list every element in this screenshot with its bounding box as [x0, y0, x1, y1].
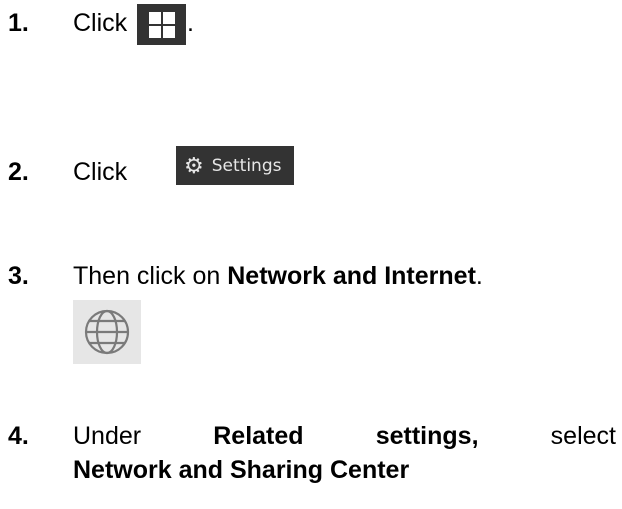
windows-start-icon: [148, 11, 175, 38]
step-1-prefix: Click: [73, 9, 128, 37]
step-4-word-select: select: [550, 422, 616, 450]
step-3-suffix: .: [475, 262, 483, 290]
step-3-text: Then click on Network and Internet.: [73, 262, 483, 291]
globe-icon: [84, 309, 130, 355]
step-4-word-under: Under: [73, 422, 142, 450]
step-1-number: 1.: [8, 9, 29, 37]
step-4-number: 4.: [8, 422, 29, 450]
step-1-suffix: .: [187, 9, 194, 37]
step-2-prefix: Click: [73, 158, 128, 186]
step-3-bold: Network and Internet: [227, 262, 476, 290]
gear-icon: ⚙: [184, 152, 204, 178]
windows-start-button[interactable]: [137, 4, 186, 45]
step-4-word-settings: settings,: [375, 422, 479, 450]
step-2-number: 2.: [8, 158, 29, 186]
step-4-bold-target: Network and Sharing Center: [73, 456, 410, 484]
step-1-text: Click: [73, 9, 127, 38]
step-4-word-related: Related: [213, 422, 304, 450]
step-4-line-1: Under Related settings, select: [73, 422, 616, 451]
step-3-number: 3.: [8, 262, 29, 290]
settings-button[interactable]: ⚙ Settings: [176, 146, 294, 185]
network-and-internet-tile[interactable]: [73, 300, 141, 364]
step-3-prefix: Then click on: [73, 262, 221, 290]
settings-button-label: Settings: [211, 155, 282, 176]
